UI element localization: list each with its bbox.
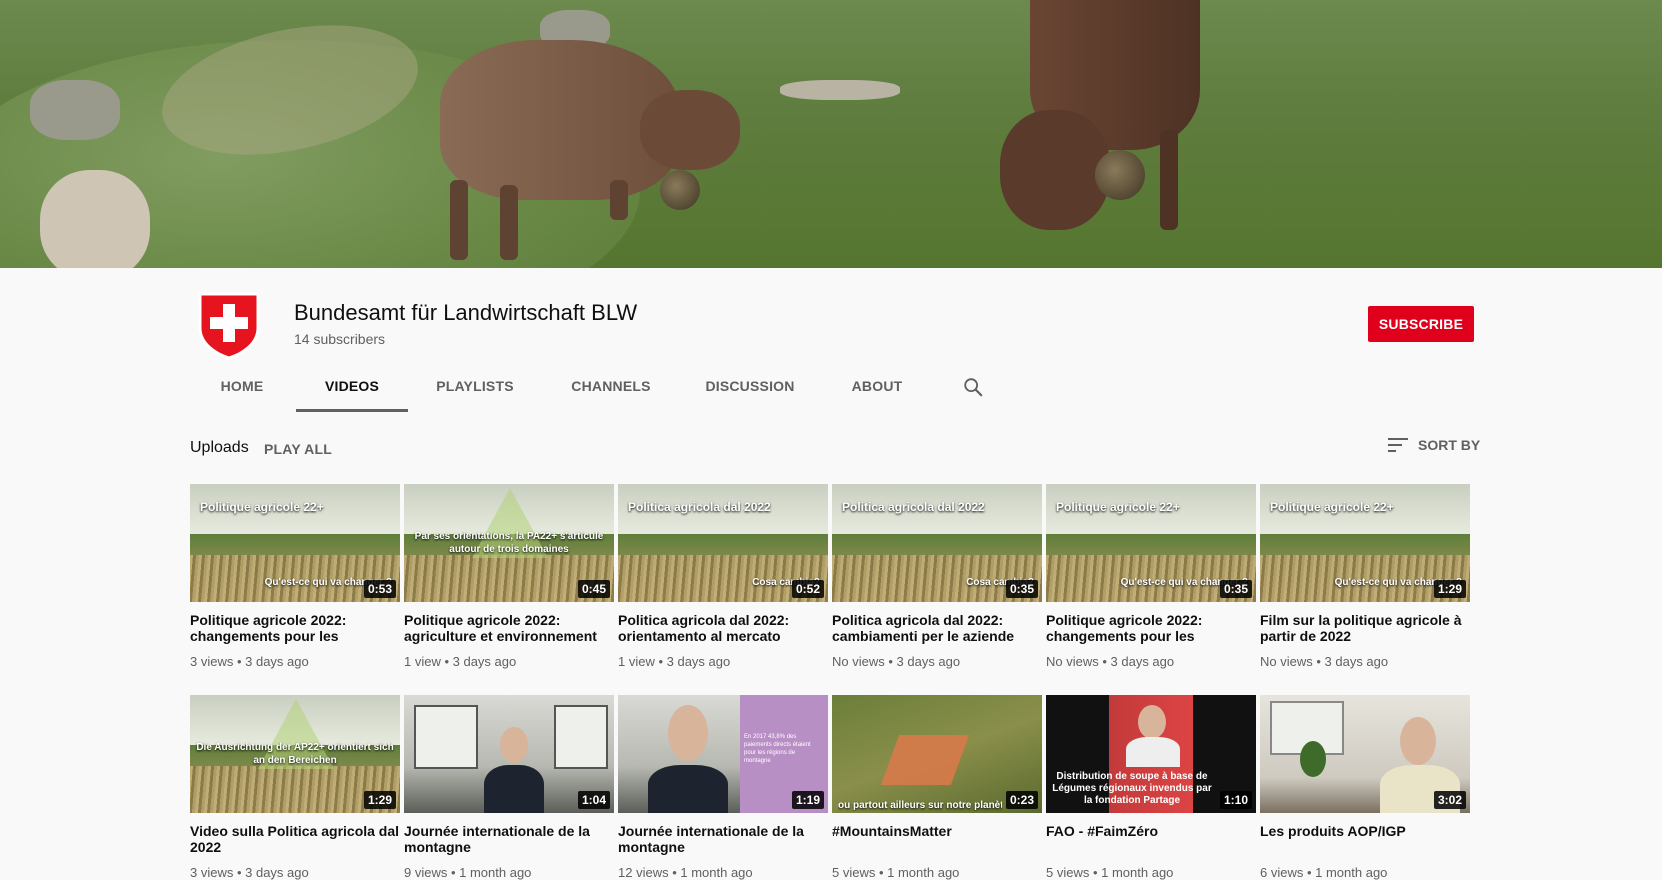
thumbnail-overlay-text: Politique agricole 22+ [1270,500,1394,514]
video-thumbnail[interactable]: En 2017 43,8% des paiements directs étai… [618,695,828,813]
sort-icon [1388,438,1408,452]
video-duration: 1:29 [1433,580,1466,598]
video-duration: 0:45 [577,580,610,598]
section-title: Uploads [190,439,249,456]
video-title[interactable]: Film sur la politique agricole à partir … [1260,612,1470,644]
video-thumbnail[interactable]: Politique agricole 22+ Qu'est-ce qui va … [1046,484,1256,602]
video-thumbnail[interactable]: Politique agricole 22+ Qu'est-ce qui va … [1260,484,1470,602]
tab-about[interactable]: ABOUT [834,362,920,410]
video-thumbnail[interactable]: 1:04 [404,695,614,813]
channel-tabs: HOME VIDEOS PLAYLISTS CHANNELS DISCUSSIO… [0,362,1662,412]
video-title[interactable]: Politique agricole 2022: agriculture et … [404,612,614,644]
video-title[interactable]: FAO - #FaimZéro [1046,823,1256,855]
channel-banner [0,0,1662,268]
video-duration: 0:52 [791,580,824,598]
thumbnail-overlay-text: Politique agricole 22+ [1056,500,1180,514]
thumbnail-overlay-text: Politica agricola dal 2022 [628,500,771,514]
video-thumbnail[interactable]: Politica agricola dal 2022 Cosa cambia? … [618,484,828,602]
video-duration: 0:35 [1005,580,1038,598]
video-duration: 0:23 [1005,791,1038,809]
video-card[interactable]: 1:04 Journée internationale de la montag… [404,695,614,880]
play-all-button[interactable]: PLAY ALL [264,441,332,457]
video-card[interactable]: Politique agricole 22+ Qu'est-ce qui va … [1046,484,1256,669]
subscribe-button[interactable]: SUBSCRIBE [1368,306,1474,342]
video-card[interactable]: Politica agricola dal 2022 Cosa cambia? … [832,484,1042,669]
video-meta: 1 view • 3 days ago [618,654,731,669]
thumbnail-overlay-text: Politique agricole 22+ [200,500,324,514]
video-meta: No views • 3 days ago [832,654,961,669]
video-card[interactable]: Die Ausrichtung der AP22+ orientiert sic… [190,695,400,880]
video-meta: No views • 3 days ago [1046,654,1175,669]
video-thumbnail[interactable]: Politique agricole 22+ Qu'est-ce qui va … [190,484,400,602]
video-thumbnail[interactable]: 3:02 [1260,695,1470,813]
video-title[interactable]: Journée internationale de la montagne [404,823,614,855]
video-duration: 1:29 [363,791,396,809]
thumbnail-overlay-text: Distribution de soupe à base de Légumes … [1052,771,1212,806]
video-card[interactable]: Politique agricole 22+ Qu'est-ce qui va … [1260,484,1470,669]
video-card[interactable]: Politica agricola dal 2022 Cosa cambia? … [618,484,828,669]
video-duration: 0:35 [1219,580,1252,598]
video-card[interactable]: Distribution de soupe à base de Légumes … [1046,695,1256,880]
video-title[interactable]: Journée internationale de la montagne [618,823,828,855]
video-card[interactable]: Politique agricole 22+ Qu'est-ce qui va … [190,484,400,669]
video-title[interactable]: Politique agricole 2022: changements pou… [190,612,400,644]
video-card[interactable]: Par ses orientations, la PA22+ s'articul… [404,484,614,669]
video-duration: 1:19 [791,791,824,809]
video-duration: 3:02 [1433,791,1466,809]
thumbnail-overlay-text: ou partout ailleurs sur notre planète [838,800,1002,811]
video-title[interactable]: Politica agricola dal 2022: cambiamenti … [832,612,1042,644]
tab-videos[interactable]: VIDEOS [296,362,408,412]
video-duration: 0:53 [363,580,396,598]
thumbnail-overlay-text: Politica agricola dal 2022 [842,500,985,514]
video-thumbnail[interactable]: Politica agricola dal 2022 Cosa cambia? … [832,484,1042,602]
thumbnail-overlay-text: En 2017 43,8% des paiements directs étai… [744,734,811,764]
subscriber-count: 14 subscribers [294,331,386,347]
video-meta: 1 view • 3 days ago [404,654,517,669]
tab-channels[interactable]: CHANNELS [556,362,666,410]
video-thumbnail[interactable]: Die Ausrichtung der AP22+ orientiert sic… [190,695,400,813]
video-title[interactable]: Les produits AOP/IGP [1260,823,1470,855]
video-card[interactable]: En 2017 43,8% des paiements directs étai… [618,695,828,880]
thumbnail-overlay-text: Die Ausrichtung der AP22+ orientiert sic… [196,742,394,766]
video-duration: 1:10 [1219,791,1252,809]
thumbnail-overlay-text: Par ses orientations, la PA22+ s'articul… [414,531,604,555]
video-thumbnail[interactable]: ou partout ailleurs sur notre planète 0:… [832,695,1042,813]
tab-discussion[interactable]: DISCUSSION [692,362,808,410]
video-meta: No views • 3 days ago [1260,654,1389,669]
video-card[interactable]: ou partout ailleurs sur notre planète 0:… [832,695,1042,880]
video-title[interactable]: Video sulla Politica agricola dal 2022 [190,823,400,855]
channel-name: Bundesamt für Landwirtschaft BLW [294,300,638,325]
tab-home[interactable]: HOME [200,362,284,410]
video-duration: 1:04 [577,791,610,809]
tab-playlists[interactable]: PLAYLISTS [420,362,530,410]
video-card[interactable]: 3:02 Les produits AOP/IGP 6 views • 1 mo… [1260,695,1470,880]
video-thumbnail[interactable]: Par ses orientations, la PA22+ s'articul… [404,484,614,602]
sort-by-button[interactable]: SORT BY [1388,436,1480,454]
video-title[interactable]: Politica agricola dal 2022: orientamento… [618,612,828,644]
video-title[interactable]: #MountainsMatter [832,823,1042,855]
video-title[interactable]: Politique agricole 2022: changements pou… [1046,612,1256,644]
search-icon[interactable] [962,376,984,398]
sort-by-label: SORT BY [1418,437,1481,453]
video-thumbnail[interactable]: Distribution de soupe à base de Légumes … [1046,695,1256,813]
video-meta: 3 views • 3 days ago [190,654,309,669]
swiss-shield-avatar[interactable] [196,290,262,360]
